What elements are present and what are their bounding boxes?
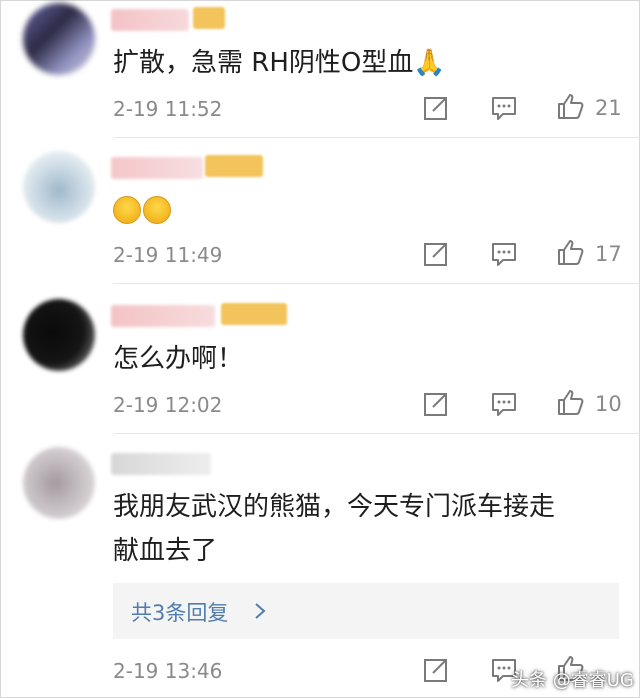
replies-link[interactable]: 共3条回复 [131,597,228,627]
comment-icon[interactable] [489,93,519,123]
comment-time: 2-19 12:02 [113,393,223,417]
thumbs-up-icon[interactable] [555,237,585,267]
comment-icon[interactable] [489,389,519,419]
comment-list: 扩散，急需 RH阴性O型血🙏 2-19 11:52 21 2-19 11:49 … [0,0,640,698]
vip-badge [205,155,263,177]
thumbs-up-icon[interactable] [555,91,585,121]
chevron-right-icon [255,603,266,619]
crying-face-icon [143,196,171,224]
avatar[interactable] [23,3,95,75]
share-icon[interactable] [421,239,451,269]
divider [113,137,640,138]
crying-face-icon [113,196,141,224]
share-icon[interactable] [421,389,451,419]
vip-badge [193,7,225,29]
comment-text: 扩散，急需 RH阴性O型血🙏 [113,48,446,78]
username-blurred[interactable] [111,453,211,475]
comment-time: 2-19 11:49 [113,243,223,267]
watermark: 头条 @睿睿UG [511,670,634,691]
comment-time: 2-19 13:46 [113,659,223,683]
comment-text: 怎么办啊！ [113,344,244,374]
share-icon[interactable] [421,93,451,123]
divider [113,433,640,434]
like-count: 21 [595,96,622,120]
like-count: 17 [595,242,622,266]
replies-box[interactable]: 共3条回复 [113,583,619,639]
username-blurred[interactable] [111,9,189,31]
divider [113,283,640,284]
thumbs-up-icon[interactable] [555,387,585,417]
username-blurred[interactable] [111,157,203,179]
comment-time: 2-19 11:52 [113,97,223,121]
comment-text-line2: 献血去了 [113,536,218,566]
avatar[interactable] [23,299,95,371]
share-icon[interactable] [421,655,451,685]
avatar[interactable] [23,151,95,223]
like-count: 10 [595,392,622,416]
comment-icon[interactable] [489,239,519,269]
avatar[interactable] [23,447,95,519]
username-blurred[interactable] [111,305,215,327]
comment-text-line1: 我朋友武汉的熊猫，今天专门派车接走 [113,492,556,522]
vip-badge [221,303,287,325]
